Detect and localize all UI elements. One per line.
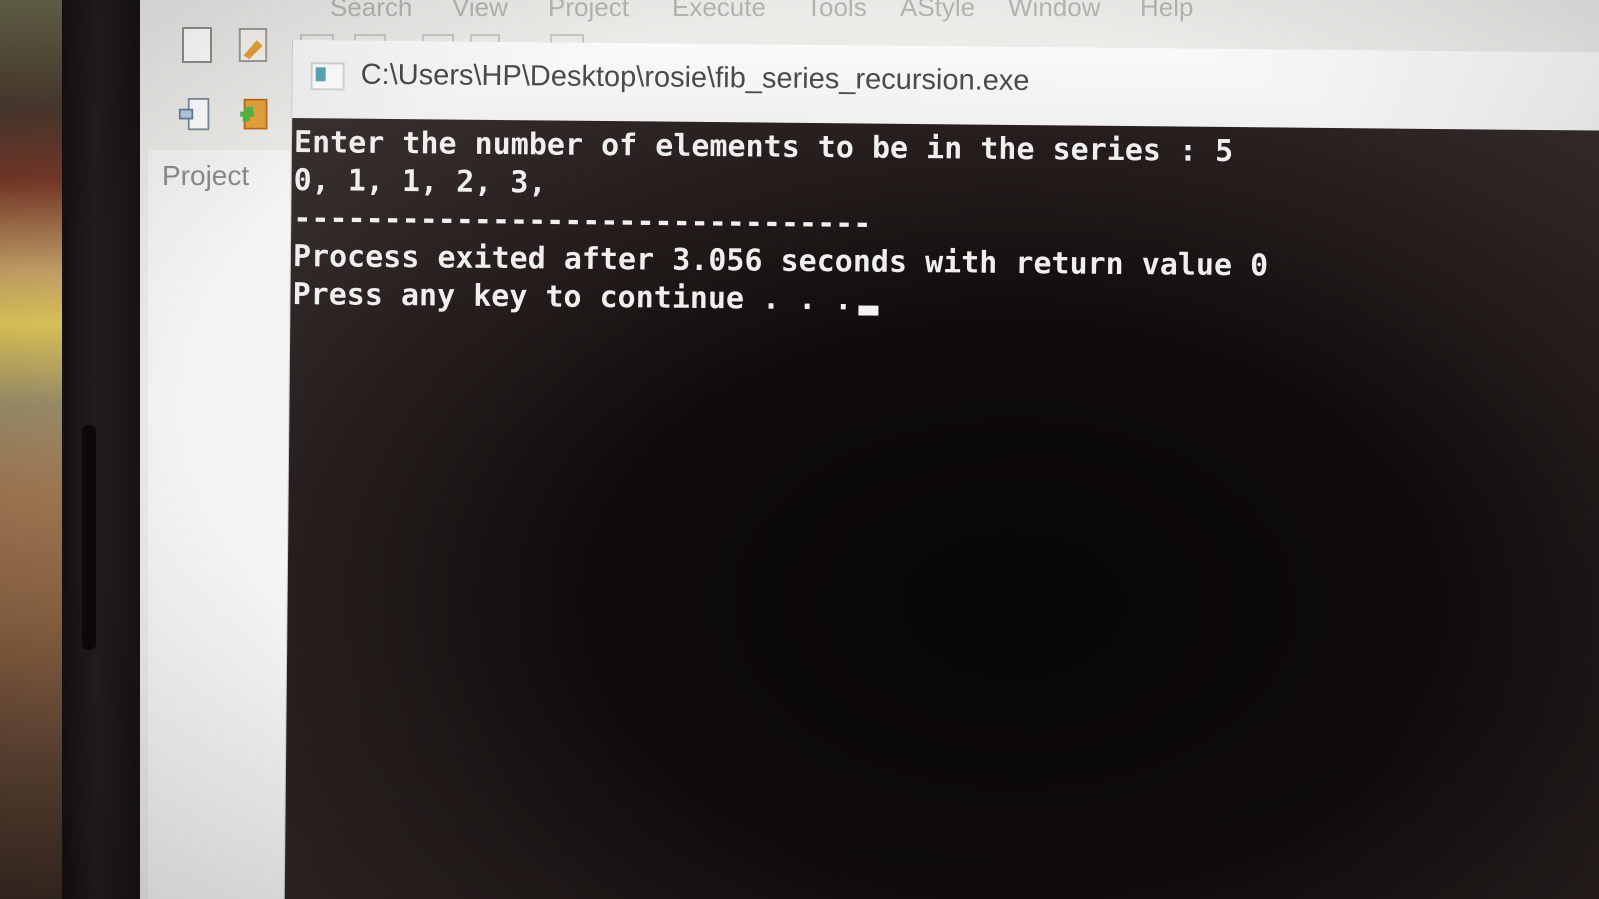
insert-icon[interactable]: [178, 96, 212, 134]
console-continue-text: Press any key to continue . . .: [292, 277, 853, 318]
console-cursor: [858, 305, 879, 316]
project-tab[interactable]: Project: [162, 160, 249, 192]
console-title: C:\Users\HP\Desktop\rosie\fib_series_rec…: [360, 58, 1030, 98]
photo-scene: Search View Project Execute Tools AStyle…: [0, 0, 1599, 899]
project-panel: [148, 150, 297, 899]
menu-bar: Search View Project Execute Tools AStyle…: [140, 0, 1599, 30]
console-output[interactable]: Enter the number of elements to be in th…: [284, 118, 1599, 899]
open-file-icon[interactable]: [236, 26, 270, 64]
menu-window[interactable]: Window: [1008, 0, 1100, 23]
menu-view[interactable]: View: [452, 0, 508, 23]
menu-execute[interactable]: Execute: [672, 0, 766, 23]
menu-tools[interactable]: Tools: [806, 0, 867, 23]
console-window[interactable]: C:\Users\HP\Desktop\rosie\fib_series_rec…: [283, 40, 1599, 899]
background-desk: [0, 0, 62, 899]
menu-project[interactable]: Project: [548, 0, 629, 23]
menu-astyle[interactable]: AStyle: [900, 0, 975, 23]
menu-help[interactable]: Help: [1140, 0, 1193, 23]
bezel-hinge: [82, 425, 96, 650]
menu-search[interactable]: Search: [330, 0, 412, 23]
laptop-bezel: [62, 0, 140, 899]
console-titlebar[interactable]: C:\Users\HP\Desktop\rosie\fib_series_rec…: [292, 40, 1599, 131]
console-app-icon: [310, 62, 345, 91]
new-file-icon[interactable]: [180, 26, 214, 64]
add-icon[interactable]: [236, 96, 270, 134]
